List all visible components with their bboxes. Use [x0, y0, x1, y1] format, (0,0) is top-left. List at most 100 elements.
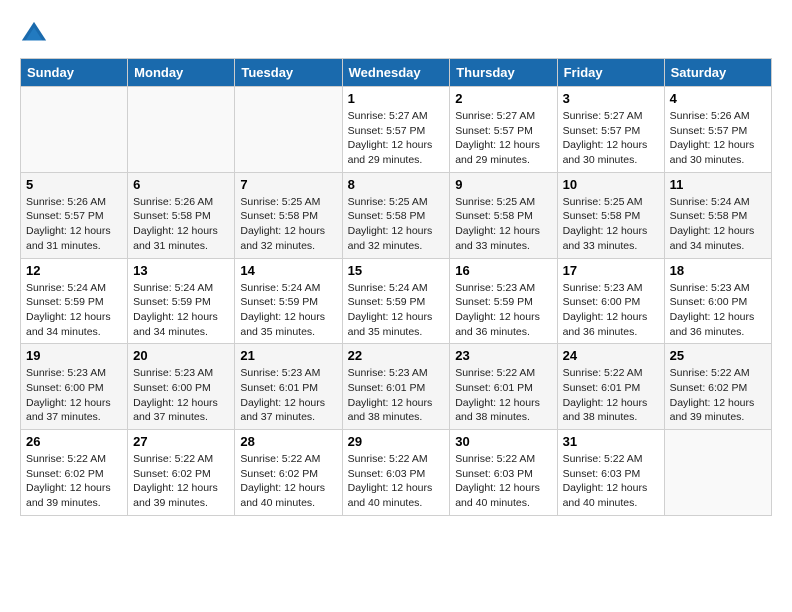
day-number: 15 [348, 263, 445, 278]
day-number: 9 [455, 177, 551, 192]
day-cell: 9 Sunrise: 5:25 AM Sunset: 5:58 PM Daylig… [450, 172, 557, 258]
day-info: Sunrise: 5:23 AM Sunset: 6:00 PM Dayligh… [670, 281, 766, 340]
day-number: 20 [133, 348, 229, 363]
week-row-3: 12 Sunrise: 5:24 AM Sunset: 5:59 PM Dayli… [21, 258, 772, 344]
day-number: 6 [133, 177, 229, 192]
day-cell: 11Sunrise: 5:24 AM Sunset: 5:58 PM Dayli… [664, 172, 771, 258]
day-number: 12 [26, 263, 122, 278]
day-number: 30 [455, 434, 551, 449]
day-number: 25 [670, 348, 766, 363]
day-number: 3 [563, 91, 659, 106]
day-cell: 16 Sunrise: 5:23 AM Sunset: 5:59 PM Dayli… [450, 258, 557, 344]
day-number: 22 [348, 348, 445, 363]
header-row: SundayMondayTuesdayWednesdayThursdayFrid… [21, 59, 772, 87]
day-info: Sunrise: 5:23 AM Sunset: 6:00 PM Dayligh… [26, 366, 122, 425]
day-info: Sunrise: 5:23 AM Sunset: 6:00 PM Dayligh… [133, 366, 229, 425]
day-info: Sunrise: 5:22 AM Sunset: 6:03 PM Dayligh… [455, 452, 551, 511]
day-number: 10 [563, 177, 659, 192]
day-cell: 1Sunrise: 5:27 AM Sunset: 5:57 PM Daylig… [342, 87, 450, 173]
day-number: 18 [670, 263, 766, 278]
week-row-5: 26 Sunrise: 5:22 AM Sunset: 6:02 PM Dayli… [21, 430, 772, 516]
day-number: 13 [133, 263, 229, 278]
day-info: Sunrise: 5:23 AM Sunset: 6:01 PM Dayligh… [240, 366, 336, 425]
day-cell [128, 87, 235, 173]
day-info: Sunrise: 5:22 AM Sunset: 6:02 PM Dayligh… [240, 452, 336, 511]
day-cell: 22 Sunrise: 5:23 AM Sunset: 6:01 PM Dayli… [342, 344, 450, 430]
day-cell [664, 430, 771, 516]
day-cell: 27 Sunrise: 5:22 AM Sunset: 6:02 PM Dayli… [128, 430, 235, 516]
day-info: Sunrise: 5:22 AM Sunset: 6:02 PM Dayligh… [26, 452, 122, 511]
day-info: Sunrise: 5:25 AM Sunset: 5:58 PM Dayligh… [563, 195, 659, 254]
day-cell: 21 Sunrise: 5:23 AM Sunset: 6:01 PM Dayli… [235, 344, 342, 430]
day-info: Sunrise: 5:25 AM Sunset: 5:58 PM Dayligh… [240, 195, 336, 254]
logo [20, 20, 52, 48]
day-number: 1 [348, 91, 445, 106]
day-info: Sunrise: 5:26 AM Sunset: 5:58 PM Dayligh… [133, 195, 229, 254]
day-cell: 26 Sunrise: 5:22 AM Sunset: 6:02 PM Dayli… [21, 430, 128, 516]
day-number: 31 [563, 434, 659, 449]
day-info: Sunrise: 5:23 AM Sunset: 5:59 PM Dayligh… [455, 281, 551, 340]
col-header-monday: Monday [128, 59, 235, 87]
day-cell: 18 Sunrise: 5:23 AM Sunset: 6:00 PM Dayli… [664, 258, 771, 344]
day-info: Sunrise: 5:24 AM Sunset: 5:59 PM Dayligh… [133, 281, 229, 340]
day-cell: 28 Sunrise: 5:22 AM Sunset: 6:02 PM Dayli… [235, 430, 342, 516]
day-number: 28 [240, 434, 336, 449]
page-header [20, 20, 772, 48]
col-header-friday: Friday [557, 59, 664, 87]
day-info: Sunrise: 5:22 AM Sunset: 6:03 PM Dayligh… [348, 452, 445, 511]
day-cell: 3 Sunrise: 5:27 AM Sunset: 5:57 PM Daylig… [557, 87, 664, 173]
day-info: Sunrise: 5:24 AM Sunset: 5:59 PM Dayligh… [26, 281, 122, 340]
day-cell [235, 87, 342, 173]
day-number: 24 [563, 348, 659, 363]
day-cell: 20 Sunrise: 5:23 AM Sunset: 6:00 PM Dayli… [128, 344, 235, 430]
day-number: 4 [670, 91, 766, 106]
day-cell: 19 Sunrise: 5:23 AM Sunset: 6:00 PM Dayli… [21, 344, 128, 430]
day-cell: 17 Sunrise: 5:23 AM Sunset: 6:00 PM Dayli… [557, 258, 664, 344]
day-number: 11 [670, 177, 766, 192]
day-info: Sunrise: 5:22 AM Sunset: 6:03 PM Dayligh… [563, 452, 659, 511]
day-cell: 10 Sunrise: 5:25 AM Sunset: 5:58 PM Dayli… [557, 172, 664, 258]
day-info: Sunrise: 5:25 AM Sunset: 5:58 PM Dayligh… [348, 195, 445, 254]
day-cell: 12 Sunrise: 5:24 AM Sunset: 5:59 PM Dayli… [21, 258, 128, 344]
col-header-sunday: Sunday [21, 59, 128, 87]
day-number: 27 [133, 434, 229, 449]
day-number: 7 [240, 177, 336, 192]
day-number: 2 [455, 91, 551, 106]
day-info: Sunrise: 5:22 AM Sunset: 6:01 PM Dayligh… [563, 366, 659, 425]
day-info: Sunrise: 5:24 AM Sunset: 5:59 PM Dayligh… [348, 281, 445, 340]
week-row-2: 5 Sunrise: 5:26 AM Sunset: 5:57 PM Daylig… [21, 172, 772, 258]
day-cell: 15 Sunrise: 5:24 AM Sunset: 5:59 PM Dayli… [342, 258, 450, 344]
day-number: 16 [455, 263, 551, 278]
day-number: 17 [563, 263, 659, 278]
col-header-wednesday: Wednesday [342, 59, 450, 87]
day-info: Sunrise: 5:24 AM Sunset: 5:59 PM Dayligh… [240, 281, 336, 340]
day-cell: 4 Sunrise: 5:26 AM Sunset: 5:57 PM Daylig… [664, 87, 771, 173]
day-cell: 7 Sunrise: 5:25 AM Sunset: 5:58 PM Daylig… [235, 172, 342, 258]
day-cell: 30 Sunrise: 5:22 AM Sunset: 6:03 PM Dayli… [450, 430, 557, 516]
day-cell: 31 Sunrise: 5:22 AM Sunset: 6:03 PM Dayli… [557, 430, 664, 516]
day-cell: 8 Sunrise: 5:25 AM Sunset: 5:58 PM Daylig… [342, 172, 450, 258]
day-cell [21, 87, 128, 173]
day-info: Sunrise: 5:23 AM Sunset: 6:01 PM Dayligh… [348, 366, 445, 425]
day-info: Sunrise: 5:27 AM Sunset: 5:57 PM Dayligh… [563, 109, 659, 168]
day-number: 21 [240, 348, 336, 363]
day-number: 8 [348, 177, 445, 192]
day-info: Sunrise: 5:26 AM Sunset: 5:57 PM Dayligh… [670, 109, 766, 168]
day-cell: 25Sunrise: 5:22 AM Sunset: 6:02 PM Dayli… [664, 344, 771, 430]
day-number: 5 [26, 177, 122, 192]
day-info: Sunrise: 5:25 AM Sunset: 5:58 PM Dayligh… [455, 195, 551, 254]
day-number: 19 [26, 348, 122, 363]
day-info: Sunrise: 5:26 AM Sunset: 5:57 PM Dayligh… [26, 195, 122, 254]
day-cell: 2Sunrise: 5:27 AM Sunset: 5:57 PM Daylig… [450, 87, 557, 173]
calendar-table: SundayMondayTuesdayWednesdayThursdayFrid… [20, 58, 772, 516]
day-cell: 6 Sunrise: 5:26 AM Sunset: 5:58 PM Daylig… [128, 172, 235, 258]
day-info: Sunrise: 5:23 AM Sunset: 6:00 PM Dayligh… [563, 281, 659, 340]
day-cell: 24 Sunrise: 5:22 AM Sunset: 6:01 PM Dayli… [557, 344, 664, 430]
day-number: 26 [26, 434, 122, 449]
day-cell: 14Sunrise: 5:24 AM Sunset: 5:59 PM Dayli… [235, 258, 342, 344]
col-header-tuesday: Tuesday [235, 59, 342, 87]
day-cell: 23Sunrise: 5:22 AM Sunset: 6:01 PM Dayli… [450, 344, 557, 430]
day-cell: 13 Sunrise: 5:24 AM Sunset: 5:59 PM Dayli… [128, 258, 235, 344]
day-info: Sunrise: 5:22 AM Sunset: 6:02 PM Dayligh… [133, 452, 229, 511]
day-cell: 29Sunrise: 5:22 AM Sunset: 6:03 PM Dayli… [342, 430, 450, 516]
